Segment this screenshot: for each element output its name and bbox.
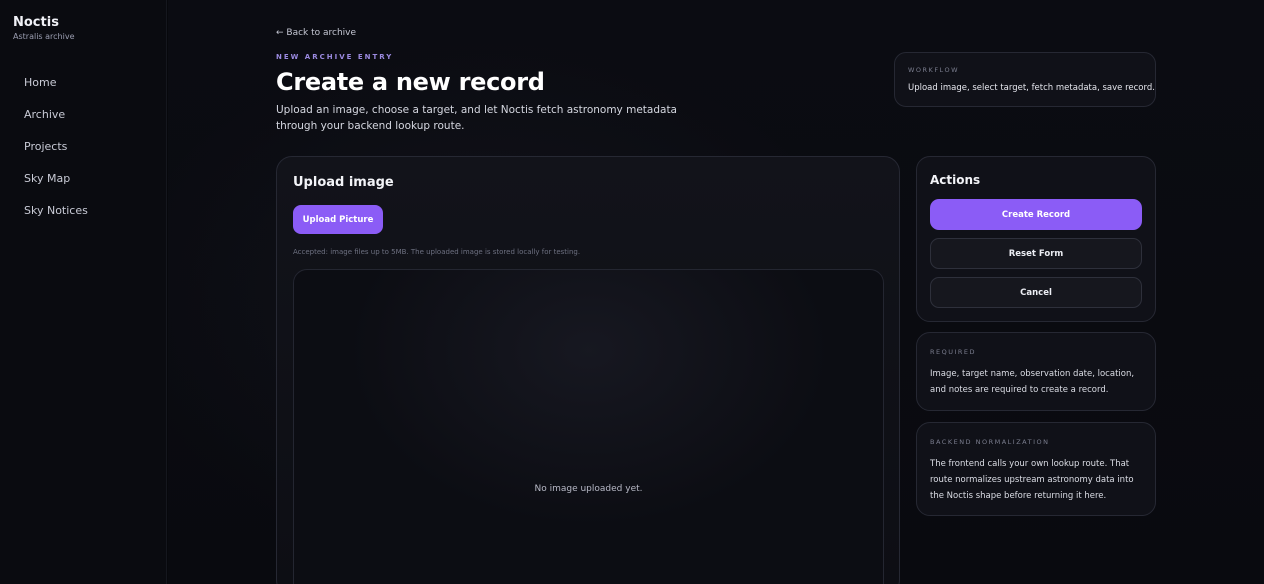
reset-form-button[interactable]: Reset Form xyxy=(930,238,1142,269)
required-card: REQUIRED Image, target name, observation… xyxy=(916,332,1156,411)
page-description: Upload an image, choose a target, and le… xyxy=(276,104,677,132)
sidebar-item-home[interactable]: Home xyxy=(24,75,88,107)
upload-card: Upload image Upload Picture Accepted: im… xyxy=(276,156,900,584)
required-text: Image, target name, observation date, lo… xyxy=(930,369,1135,395)
brand-subtitle: Astralis archive xyxy=(13,32,75,41)
create-record-button[interactable]: Create Record xyxy=(930,199,1142,230)
sidebar-item-projects[interactable]: Projects xyxy=(24,139,88,171)
brand[interactable]: Noctis Astralis archive xyxy=(13,15,75,42)
image-dropzone[interactable]: No image uploaded yet. xyxy=(293,269,884,584)
dropzone-empty-text: No image uploaded yet. xyxy=(534,484,643,494)
main-content: ← Back to archive NEW ARCHIVE ENTRY Crea… xyxy=(168,0,1264,584)
page-eyebrow: NEW ARCHIVE ENTRY xyxy=(276,53,394,61)
brand-title: Noctis xyxy=(13,15,59,30)
upload-hint: Accepted: image files up to 5MB. The upl… xyxy=(293,248,581,256)
backend-normalization-card: BACKEND NORMALIZATION The frontend calls… xyxy=(916,422,1156,516)
workflow-card: WORKFLOW Upload image, select target, fe… xyxy=(894,52,1156,107)
sidebar-item-archive[interactable]: Archive xyxy=(24,107,88,139)
upload-title: Upload image xyxy=(293,175,394,190)
page-title: Create a new record xyxy=(276,68,545,96)
required-eyebrow: REQUIRED xyxy=(930,348,977,356)
sidebar-item-sky-map[interactable]: Sky Map xyxy=(24,171,88,203)
workflow-text: Upload image, select target, fetch metad… xyxy=(908,83,1155,93)
sidebar: Noctis Astralis archive Home Archive Pro… xyxy=(0,0,167,584)
backend-text: The frontend calls your own lookup route… xyxy=(930,459,1134,501)
workflow-eyebrow: WORKFLOW xyxy=(908,66,959,74)
actions-card: Actions Create Record Reset Form Cancel xyxy=(916,156,1156,322)
actions-title: Actions xyxy=(930,173,981,187)
backend-eyebrow: BACKEND NORMALIZATION xyxy=(930,438,1050,446)
sidebar-item-sky-notices[interactable]: Sky Notices xyxy=(24,203,88,235)
cancel-button[interactable]: Cancel xyxy=(930,277,1142,308)
app-root: Noctis Astralis archive Home Archive Pro… xyxy=(0,0,1264,584)
upload-picture-button[interactable]: Upload Picture xyxy=(293,205,383,234)
sidebar-nav: Home Archive Projects Sky Map Sky Notice… xyxy=(24,75,88,235)
back-to-archive-link[interactable]: ← Back to archive xyxy=(276,28,356,38)
